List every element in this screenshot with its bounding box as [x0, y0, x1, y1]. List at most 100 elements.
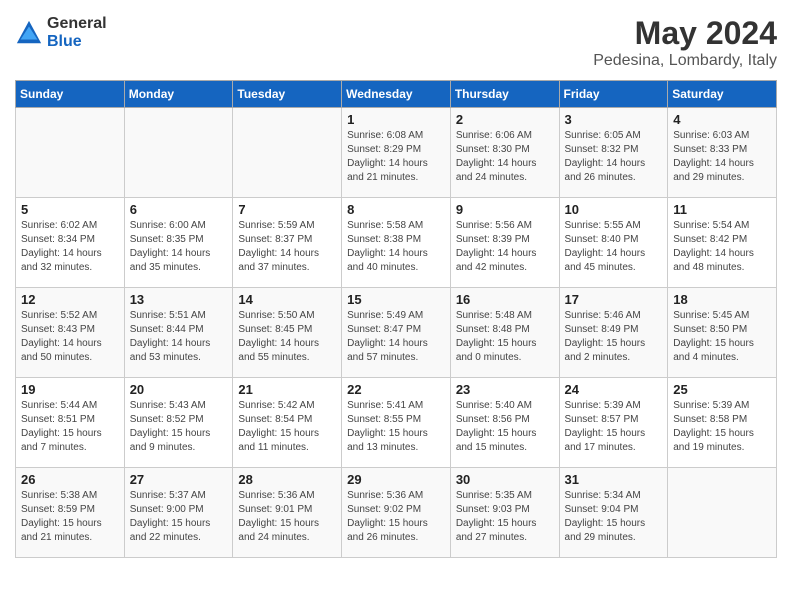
calendar-cell: 11Sunrise: 5:54 AM Sunset: 8:42 PM Dayli…	[668, 198, 777, 288]
calendar-cell: 4 Sunrise: 6:03 AM Sunset: 8:33 PM Daylig…	[668, 108, 777, 198]
day-info: Sunrise: 5:45 AM Sunset: 8:50 PM Dayligh…	[673, 309, 771, 365]
calendar-cell: 19Sunrise: 5:44 AM Sunset: 8:51 PM Dayli…	[16, 378, 125, 468]
day-number: 26	[21, 472, 119, 487]
calendar-week-row: 12 Sunrise: 5:52 AM Sunset: 8:43 PM Dayli…	[16, 288, 777, 378]
day-info: Sunrise: 6:03 AM Sunset: 8:33 PM Dayligh…	[673, 129, 771, 185]
day-number: 23	[456, 382, 554, 397]
calendar-cell: 2 Sunrise: 6:06 AM Sunset: 8:30 PM Daylig…	[450, 108, 559, 198]
calendar-cell: 8 Sunrise: 5:58 AM Sunset: 8:38 PM Daylig…	[342, 198, 451, 288]
day-info: Sunrise: 5:58 AM Sunset: 8:38 PM Dayligh…	[347, 219, 445, 275]
day-number: 2	[456, 112, 554, 127]
calendar-cell: 20 Sunrise: 5:43 AM Sunset: 8:52 PM Dayli…	[124, 378, 233, 468]
day-number: 9	[456, 202, 554, 217]
day-number: 10	[565, 202, 663, 217]
day-number: 24	[565, 382, 663, 397]
day-info: Sunrise: 5:55 AM Sunset: 8:40 PM Dayligh…	[565, 219, 663, 275]
day-number: 19	[21, 382, 119, 397]
day-number: 29	[347, 472, 445, 487]
calendar-week-row: 19Sunrise: 5:44 AM Sunset: 8:51 PM Dayli…	[16, 378, 777, 468]
calendar-cell: 23 Sunrise: 5:40 AM Sunset: 8:56 PM Dayli…	[450, 378, 559, 468]
page-header: General Blue May 2024 Pedesina, Lombardy…	[15, 15, 777, 70]
location: Pedesina, Lombardy, Italy	[593, 52, 777, 70]
day-info: Sunrise: 6:02 AM Sunset: 8:34 PM Dayligh…	[21, 219, 119, 275]
day-info: Sunrise: 6:06 AM Sunset: 8:30 PM Dayligh…	[456, 129, 554, 185]
calendar-cell: 9 Sunrise: 5:56 AM Sunset: 8:39 PM Daylig…	[450, 198, 559, 288]
day-number: 12	[21, 292, 119, 307]
day-info: Sunrise: 5:38 AM Sunset: 8:59 PM Dayligh…	[21, 489, 119, 545]
calendar-cell: 21 Sunrise: 5:42 AM Sunset: 8:54 PM Dayli…	[233, 378, 342, 468]
day-number: 14	[238, 292, 336, 307]
day-info: Sunrise: 5:36 AM Sunset: 9:02 PM Dayligh…	[347, 489, 445, 545]
day-info: Sunrise: 5:39 AM Sunset: 8:58 PM Dayligh…	[673, 399, 771, 455]
day-info: Sunrise: 5:42 AM Sunset: 8:54 PM Dayligh…	[238, 399, 336, 455]
day-info: Sunrise: 5:50 AM Sunset: 8:45 PM Dayligh…	[238, 309, 336, 365]
day-info: Sunrise: 5:52 AM Sunset: 8:43 PM Dayligh…	[21, 309, 119, 365]
day-number: 20	[130, 382, 228, 397]
month-year: May 2024	[593, 15, 777, 52]
day-info: Sunrise: 5:34 AM Sunset: 9:04 PM Dayligh…	[565, 489, 663, 545]
calendar-day-header: Tuesday	[233, 81, 342, 108]
day-number: 4	[673, 112, 771, 127]
day-info: Sunrise: 5:49 AM Sunset: 8:47 PM Dayligh…	[347, 309, 445, 365]
calendar-cell: 31Sunrise: 5:34 AM Sunset: 9:04 PM Dayli…	[559, 468, 668, 558]
day-info: Sunrise: 5:56 AM Sunset: 8:39 PM Dayligh…	[456, 219, 554, 275]
day-number: 27	[130, 472, 228, 487]
day-number: 15	[347, 292, 445, 307]
calendar-cell: 26 Sunrise: 5:38 AM Sunset: 8:59 PM Dayli…	[16, 468, 125, 558]
calendar-body: 1Sunrise: 6:08 AM Sunset: 8:29 PM Daylig…	[16, 108, 777, 558]
day-number: 30	[456, 472, 554, 487]
day-info: Sunrise: 5:54 AM Sunset: 8:42 PM Dayligh…	[673, 219, 771, 275]
day-number: 21	[238, 382, 336, 397]
calendar-day-header: Friday	[559, 81, 668, 108]
logo-blue-text: Blue	[47, 33, 107, 51]
calendar-day-header: Sunday	[16, 81, 125, 108]
calendar-week-row: 26 Sunrise: 5:38 AM Sunset: 8:59 PM Dayli…	[16, 468, 777, 558]
day-info: Sunrise: 5:35 AM Sunset: 9:03 PM Dayligh…	[456, 489, 554, 545]
day-number: 28	[238, 472, 336, 487]
calendar-cell	[124, 108, 233, 198]
day-info: Sunrise: 5:46 AM Sunset: 8:49 PM Dayligh…	[565, 309, 663, 365]
day-number: 6	[130, 202, 228, 217]
calendar-cell: 25 Sunrise: 5:39 AM Sunset: 8:58 PM Dayli…	[668, 378, 777, 468]
day-info: Sunrise: 5:51 AM Sunset: 8:44 PM Dayligh…	[130, 309, 228, 365]
calendar-cell: 12 Sunrise: 5:52 AM Sunset: 8:43 PM Dayli…	[16, 288, 125, 378]
day-number: 22	[347, 382, 445, 397]
calendar-cell	[233, 108, 342, 198]
day-number: 8	[347, 202, 445, 217]
calendar-day-header: Thursday	[450, 81, 559, 108]
calendar-day-header: Monday	[124, 81, 233, 108]
calendar-cell: 3 Sunrise: 6:05 AM Sunset: 8:32 PM Daylig…	[559, 108, 668, 198]
calendar-cell: 30 Sunrise: 5:35 AM Sunset: 9:03 PM Dayli…	[450, 468, 559, 558]
day-info: Sunrise: 5:59 AM Sunset: 8:37 PM Dayligh…	[238, 219, 336, 275]
calendar-week-row: 1Sunrise: 6:08 AM Sunset: 8:29 PM Daylig…	[16, 108, 777, 198]
day-info: Sunrise: 6:05 AM Sunset: 8:32 PM Dayligh…	[565, 129, 663, 185]
day-info: Sunrise: 5:41 AM Sunset: 8:55 PM Dayligh…	[347, 399, 445, 455]
day-info: Sunrise: 5:36 AM Sunset: 9:01 PM Dayligh…	[238, 489, 336, 545]
day-number: 5	[21, 202, 119, 217]
day-number: 1	[347, 112, 445, 127]
calendar-cell: 1Sunrise: 6:08 AM Sunset: 8:29 PM Daylig…	[342, 108, 451, 198]
calendar-day-header: Wednesday	[342, 81, 451, 108]
day-info: Sunrise: 5:43 AM Sunset: 8:52 PM Dayligh…	[130, 399, 228, 455]
calendar-cell: 27Sunrise: 5:37 AM Sunset: 9:00 PM Dayli…	[124, 468, 233, 558]
title-block: May 2024 Pedesina, Lombardy, Italy	[593, 15, 777, 70]
logo-general-text: General	[47, 15, 107, 33]
day-number: 25	[673, 382, 771, 397]
calendar-cell: 28 Sunrise: 5:36 AM Sunset: 9:01 PM Dayli…	[233, 468, 342, 558]
calendar-cell: 15 Sunrise: 5:49 AM Sunset: 8:47 PM Dayli…	[342, 288, 451, 378]
day-info: Sunrise: 5:40 AM Sunset: 8:56 PM Dayligh…	[456, 399, 554, 455]
day-info: Sunrise: 5:48 AM Sunset: 8:48 PM Dayligh…	[456, 309, 554, 365]
calendar-cell: 24Sunrise: 5:39 AM Sunset: 8:57 PM Dayli…	[559, 378, 668, 468]
logo-icon	[15, 19, 43, 47]
calendar-cell	[668, 468, 777, 558]
day-number: 13	[130, 292, 228, 307]
calendar-table: SundayMondayTuesdayWednesdayThursdayFrid…	[15, 80, 777, 558]
calendar-cell: 29 Sunrise: 5:36 AM Sunset: 9:02 PM Dayli…	[342, 468, 451, 558]
calendar-week-row: 5 Sunrise: 6:02 AM Sunset: 8:34 PM Daylig…	[16, 198, 777, 288]
day-info: Sunrise: 6:00 AM Sunset: 8:35 PM Dayligh…	[130, 219, 228, 275]
day-number: 3	[565, 112, 663, 127]
calendar-cell	[16, 108, 125, 198]
day-number: 7	[238, 202, 336, 217]
calendar-cell: 14 Sunrise: 5:50 AM Sunset: 8:45 PM Dayli…	[233, 288, 342, 378]
calendar-cell: 5 Sunrise: 6:02 AM Sunset: 8:34 PM Daylig…	[16, 198, 125, 288]
